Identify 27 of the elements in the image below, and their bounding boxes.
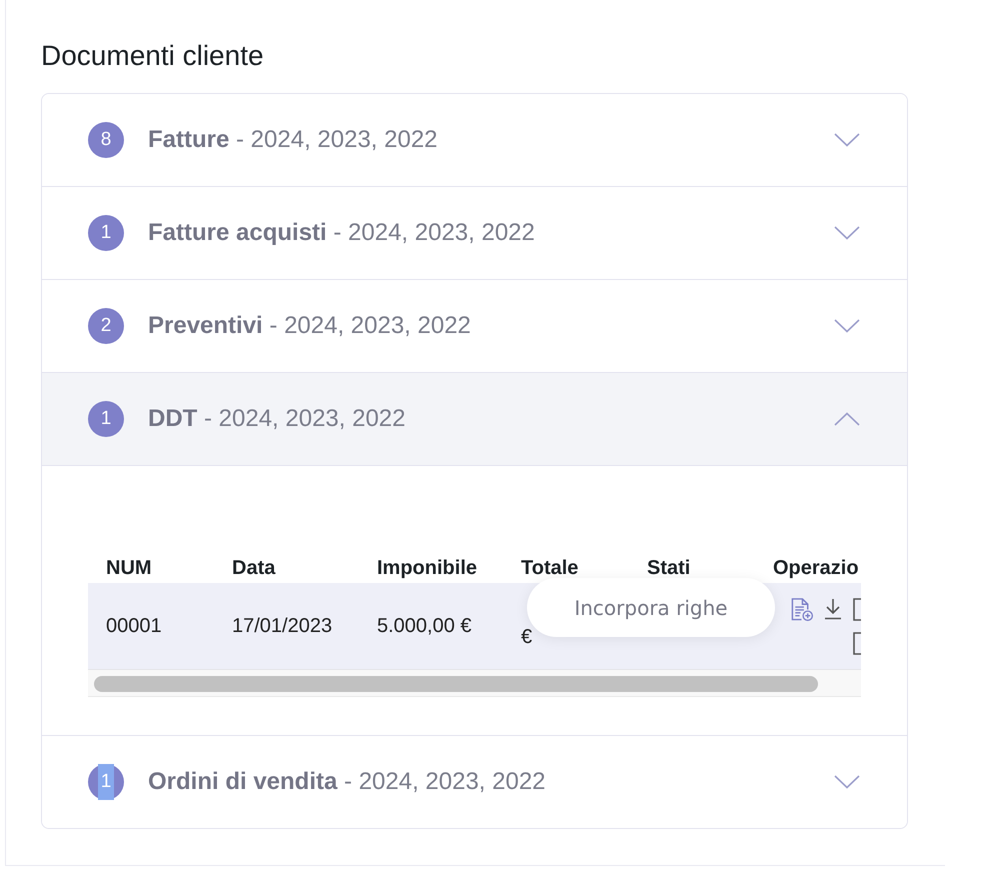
section-title: Documenti cliente [41,39,264,73]
column-header: Imponibile [377,556,477,578]
chevron-icon [834,319,860,333]
count-badge: 8 [88,122,124,158]
column-header: Totale [521,556,578,578]
table-cell: 00001 [106,614,162,636]
column-header: NUM [106,556,152,578]
chevron-icon [834,775,860,789]
bracket-icon[interactable] [853,598,861,620]
count-badge: 1 [88,401,124,437]
column-header: Data [232,556,276,578]
add-document-icon[interactable] [790,598,813,620]
accordion-header[interactable]: 1 DDT - 2024, 2023, 2022 [42,373,907,466]
scrollbar-track[interactable] [88,670,861,697]
scrollbar-thumb[interactable] [94,676,818,692]
download-icon[interactable] [824,598,842,620]
chevron-icon [834,412,860,426]
count-badge: 2 [88,308,124,344]
chevron-icon [834,133,860,147]
column-header: Stati [647,556,690,578]
count-badge: 1 [88,764,124,800]
table-cell: 5.000,00 € [377,614,472,636]
column-header: Operazio [773,556,859,578]
bracket-icon[interactable] [853,632,861,654]
count-badge: 1 [88,215,124,251]
table-cell: 17/01/2023 [232,614,332,636]
chevron-icon [834,226,860,240]
